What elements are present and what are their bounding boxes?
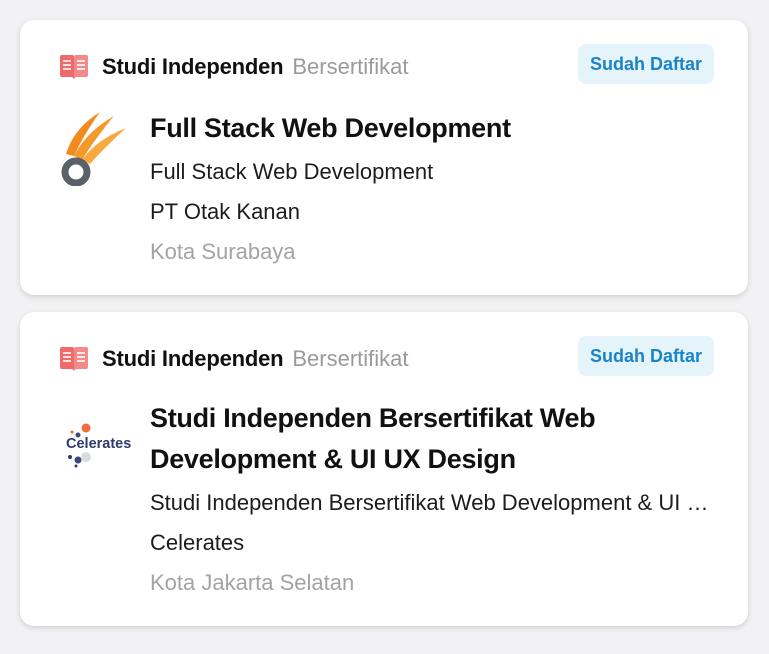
program-title[interactable]: Full Stack Web Development — [150, 108, 712, 149]
book-icon — [58, 345, 90, 373]
otak-kanan-logo — [52, 106, 138, 187]
program-title[interactable]: Studi Independen Bersertifikat Web Devel… — [150, 398, 712, 480]
status-badge: Sudah Daftar — [577, 336, 714, 376]
program-subtype: Bersertifikat — [292, 346, 409, 371]
card-content: Studi Independen Bersertifikat Web Devel… — [150, 398, 712, 603]
program-card[interactable]: Studi Independen Bersertifikat Sudah Daf… — [20, 312, 748, 626]
program-card[interactable]: Studi Independen Bersertifikat Sudah Daf… — [20, 20, 748, 295]
celerates-logo: Celerates — [52, 404, 138, 484]
program-type: Studi Independen — [102, 346, 284, 371]
location-text: Kota Jakarta Selatan — [150, 570, 355, 595]
location-text: Kota Surabaya — [150, 239, 296, 264]
book-icon — [58, 53, 90, 81]
program-type: Studi Independen — [102, 54, 284, 79]
company-name: Celerates — [150, 530, 245, 555]
svg-text:Celerates: Celerates — [66, 436, 131, 452]
program-subtitle: Studi Independen Bersertifikat Web Devel… — [150, 490, 712, 515]
program-subtype: Bersertifikat — [292, 54, 409, 79]
company-name: PT Otak Kanan — [150, 199, 301, 224]
program-header: Studi Independen Bersertifikat — [58, 342, 409, 376]
program-subtitle: Full Stack Web Development — [150, 159, 434, 184]
program-header: Studi Independen Bersertifikat — [58, 50, 409, 84]
card-content: Full Stack Web Development Full Stack We… — [150, 108, 712, 272]
status-badge: Sudah Daftar — [577, 44, 714, 84]
